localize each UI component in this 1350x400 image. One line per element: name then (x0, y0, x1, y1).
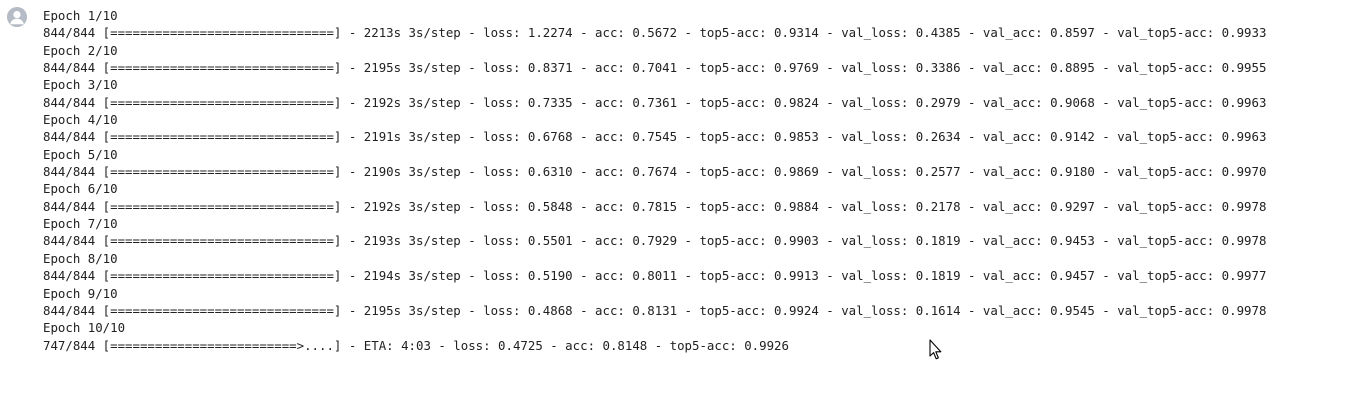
progress-line: 844/844 [==============================]… (43, 94, 1267, 110)
epoch-header: Epoch 8/10 (43, 250, 118, 266)
progress-line: 844/844 [==============================]… (43, 198, 1267, 214)
epoch-header: Epoch 4/10 (43, 112, 118, 128)
progress-line: 844/844 [==============================]… (43, 129, 1267, 145)
progress-line-current: 747/844 [=========================>....]… (43, 337, 789, 353)
progress-line: 844/844 [==============================]… (43, 164, 1267, 180)
progress-line: 844/844 [==============================]… (43, 25, 1267, 41)
epoch-header: Epoch 7/10 (43, 216, 118, 232)
progress-line: 844/844 [==============================]… (43, 268, 1267, 284)
cell-output-area: Epoch 1/10 844/844 [=====================… (0, 0, 1350, 400)
mouse-pointer-icon (929, 339, 943, 361)
epoch-header: Epoch 5/10 (43, 146, 118, 162)
epoch-header: Epoch 1/10 (43, 8, 118, 23)
epoch-header: Epoch 6/10 (43, 181, 118, 197)
progress-line: 844/844 [==============================]… (43, 302, 1267, 318)
epoch-header: Epoch 9/10 (43, 285, 118, 301)
training-log: Epoch 1/10 844/844 [=====================… (43, 7, 1266, 354)
epoch-header: Epoch 10/10 (43, 320, 126, 336)
progress-line: 844/844 [==============================]… (43, 233, 1267, 249)
user-avatar-icon (7, 7, 27, 27)
epoch-header: Epoch 3/10 (43, 77, 118, 93)
progress-line: 844/844 [==============================]… (43, 60, 1267, 76)
epoch-header: Epoch 2/10 (43, 42, 118, 58)
